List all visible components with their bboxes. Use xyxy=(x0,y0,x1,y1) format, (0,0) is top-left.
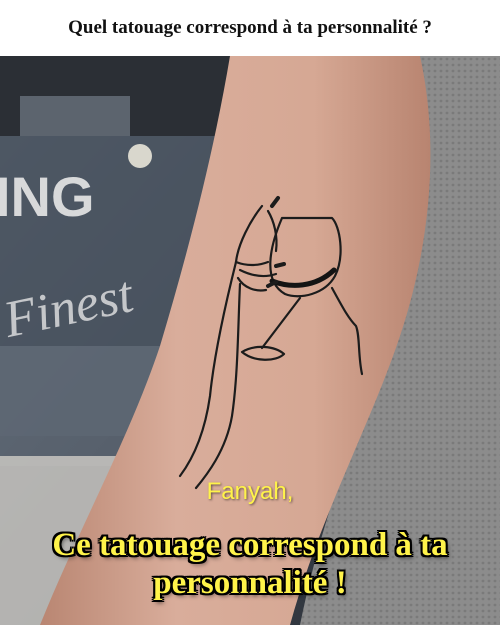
shop-sign-text: ING xyxy=(0,165,95,228)
user-name: Fanyah, xyxy=(206,478,294,505)
header-bar: Quel tatouage correspond à ta personnali… xyxy=(0,0,500,56)
result-message: Ce tatouage correspond à ta personnalité… xyxy=(52,527,448,601)
ceiling-lamp xyxy=(128,144,152,168)
quiz-title: Quel tatouage correspond à ta personnali… xyxy=(68,17,432,38)
